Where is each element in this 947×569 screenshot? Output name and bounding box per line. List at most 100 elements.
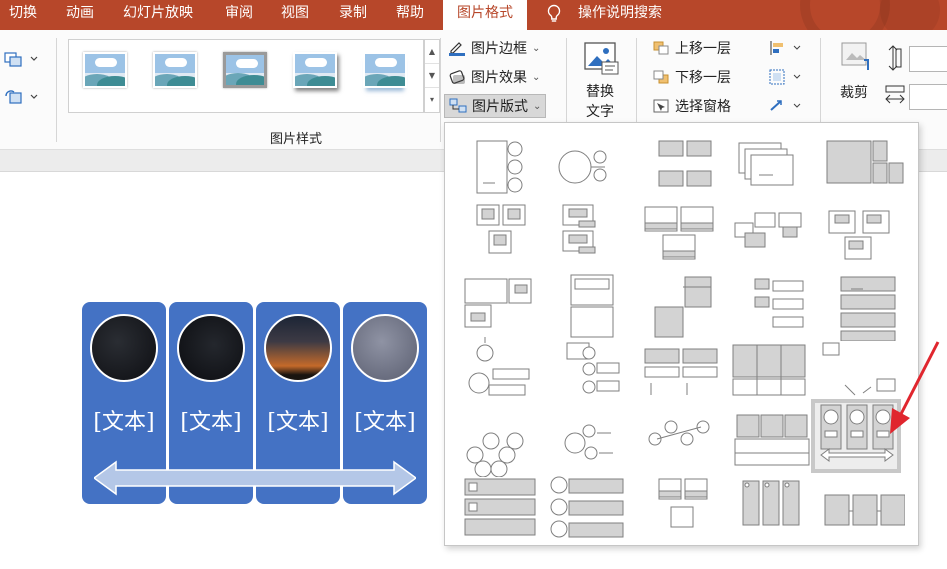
layout-option[interactable] — [455, 471, 545, 545]
lightbulb-icon — [546, 0, 562, 30]
send-backward-icon — [652, 69, 670, 85]
bring-forward-button[interactable]: 上移一层 — [648, 36, 735, 60]
selection-pane-label: 选择窗格 — [675, 99, 731, 115]
layout-option[interactable] — [725, 403, 815, 477]
layout-option[interactable] — [545, 335, 635, 409]
layout-option[interactable] — [455, 199, 545, 273]
tab-view[interactable]: 视图 — [281, 0, 309, 30]
tabbar-decoration — [800, 0, 890, 30]
ribbon-tab-bar: 切换 动画 幻灯片放映 审阅 视图 录制 帮助 图片格式 操作说明搜索 — [0, 0, 947, 30]
picture-border-button[interactable]: 图片边框 ⌄ — [444, 36, 544, 60]
tabbar-decoration — [880, 0, 940, 30]
layout-option[interactable] — [725, 335, 815, 409]
tell-me-search[interactable]: 操作说明搜索 — [578, 0, 662, 30]
alt-text-label-1[interactable]: 替换 — [586, 81, 614, 101]
gallery-scrollbar[interactable]: ▲ ▼ ▾ — [424, 39, 440, 113]
tab-help[interactable]: 帮助 — [396, 0, 424, 30]
layout-option[interactable] — [545, 267, 635, 341]
red-callout-arrow — [890, 341, 940, 434]
layout-option[interactable] — [635, 267, 725, 341]
double-arrow-shape[interactable] — [94, 460, 416, 496]
picture-layout-gallery — [444, 122, 919, 546]
smartart-text[interactable]: [文本] — [256, 404, 340, 436]
layout-option[interactable] — [725, 131, 815, 205]
send-backward-button[interactable]: 下移一层 — [648, 65, 735, 89]
layout-option[interactable] — [635, 335, 725, 409]
picture-border-label: 图片边框 — [471, 41, 527, 57]
chevron-down-icon: ⌄ — [532, 42, 541, 54]
layout-option[interactable] — [725, 267, 815, 341]
sunset-picture[interactable] — [264, 314, 332, 382]
layout-option[interactable] — [635, 131, 725, 205]
smartart-text[interactable]: [文本] — [82, 404, 166, 436]
group-objects-icon[interactable] — [768, 69, 808, 89]
picture-styles-group-label: 图片样式 — [270, 132, 323, 147]
reset-picture-icon[interactable] — [4, 88, 40, 110]
smartart-layout-icon — [449, 98, 467, 114]
bring-forward-label: 上移一层 — [675, 41, 731, 57]
layout-option[interactable] — [635, 403, 725, 477]
send-backward-label: 下移一层 — [675, 70, 731, 86]
layout-option[interactable] — [635, 199, 725, 273]
crop-icon[interactable] — [838, 40, 874, 80]
picture-style-thumb[interactable] — [83, 52, 127, 88]
gallery-scroll-down[interactable]: ▼ — [425, 64, 439, 88]
picture-style-thumb[interactable] — [363, 52, 407, 88]
bring-forward-icon — [652, 40, 670, 56]
selection-pane-button[interactable]: 选择窗格 — [648, 94, 735, 118]
starry-sky-picture[interactable] — [177, 314, 245, 382]
layout-option[interactable] — [725, 471, 815, 545]
layout-option[interactable] — [455, 267, 545, 341]
gallery-more[interactable]: ▾ — [425, 88, 439, 112]
layout-option[interactable] — [725, 199, 815, 273]
layout-option[interactable] — [815, 267, 905, 341]
picture-layout-button[interactable]: 图片版式 ⌄ — [444, 94, 547, 118]
texture-picture[interactable] — [351, 314, 419, 382]
layout-option[interactable] — [455, 335, 545, 409]
width-icon — [884, 84, 906, 110]
tab-animations[interactable]: 动画 — [66, 0, 94, 30]
layout-option[interactable] — [815, 199, 905, 273]
layout-option[interactable] — [815, 131, 905, 205]
picture-layout-label: 图片版式 — [472, 99, 528, 115]
tab-record[interactable]: 录制 — [339, 0, 367, 30]
rotate-icon[interactable] — [768, 98, 808, 118]
alt-text-icon[interactable] — [582, 40, 620, 80]
picture-effects-button[interactable]: 图片效果 ⌄ — [444, 65, 544, 89]
picture-style-thumb[interactable] — [153, 52, 197, 88]
layout-option[interactable] — [815, 471, 905, 545]
tab-picture-format[interactable]: 图片格式 — [443, 0, 527, 30]
selection-pane-icon — [652, 98, 670, 114]
height-icon — [884, 44, 902, 76]
gallery-scroll-up[interactable]: ▲ — [425, 40, 439, 64]
layout-option[interactable] — [545, 199, 635, 273]
starry-sky-picture[interactable] — [90, 314, 158, 382]
layout-option[interactable] — [545, 131, 635, 205]
layout-option[interactable] — [455, 131, 545, 205]
tab-transitions[interactable]: 切换 — [9, 0, 37, 30]
width-input[interactable] — [909, 84, 947, 110]
tab-review[interactable]: 审阅 — [225, 0, 253, 30]
tab-slideshow[interactable]: 幻灯片放映 — [123, 0, 193, 30]
picture-style-thumb[interactable] — [293, 52, 337, 88]
group-separator — [440, 38, 441, 142]
picture-styles-gallery — [68, 39, 424, 113]
picture-effects-label: 图片效果 — [471, 70, 527, 86]
height-input[interactable] — [909, 46, 947, 72]
chevron-down-icon: ⌄ — [533, 100, 542, 112]
chevron-down-icon: ⌄ — [532, 71, 541, 83]
layout-option[interactable] — [545, 403, 635, 477]
smartart-graphic[interactable]: [文本] [文本] [文本] [文本] — [82, 302, 428, 504]
group-separator — [56, 38, 57, 142]
effects-icon — [448, 69, 466, 85]
picture-style-thumb[interactable] — [223, 52, 267, 88]
layout-option[interactable] — [455, 403, 545, 477]
alt-text-label-2[interactable]: 文字 — [586, 101, 614, 121]
crop-label[interactable]: 裁剪 — [840, 82, 868, 102]
layout-option[interactable] — [545, 471, 635, 545]
smartart-text[interactable]: [文本] — [169, 404, 253, 436]
align-icon[interactable] — [768, 40, 808, 60]
smartart-text[interactable]: [文本] — [343, 404, 427, 436]
compress-pictures-icon[interactable] — [4, 50, 40, 72]
layout-option[interactable] — [635, 471, 725, 545]
